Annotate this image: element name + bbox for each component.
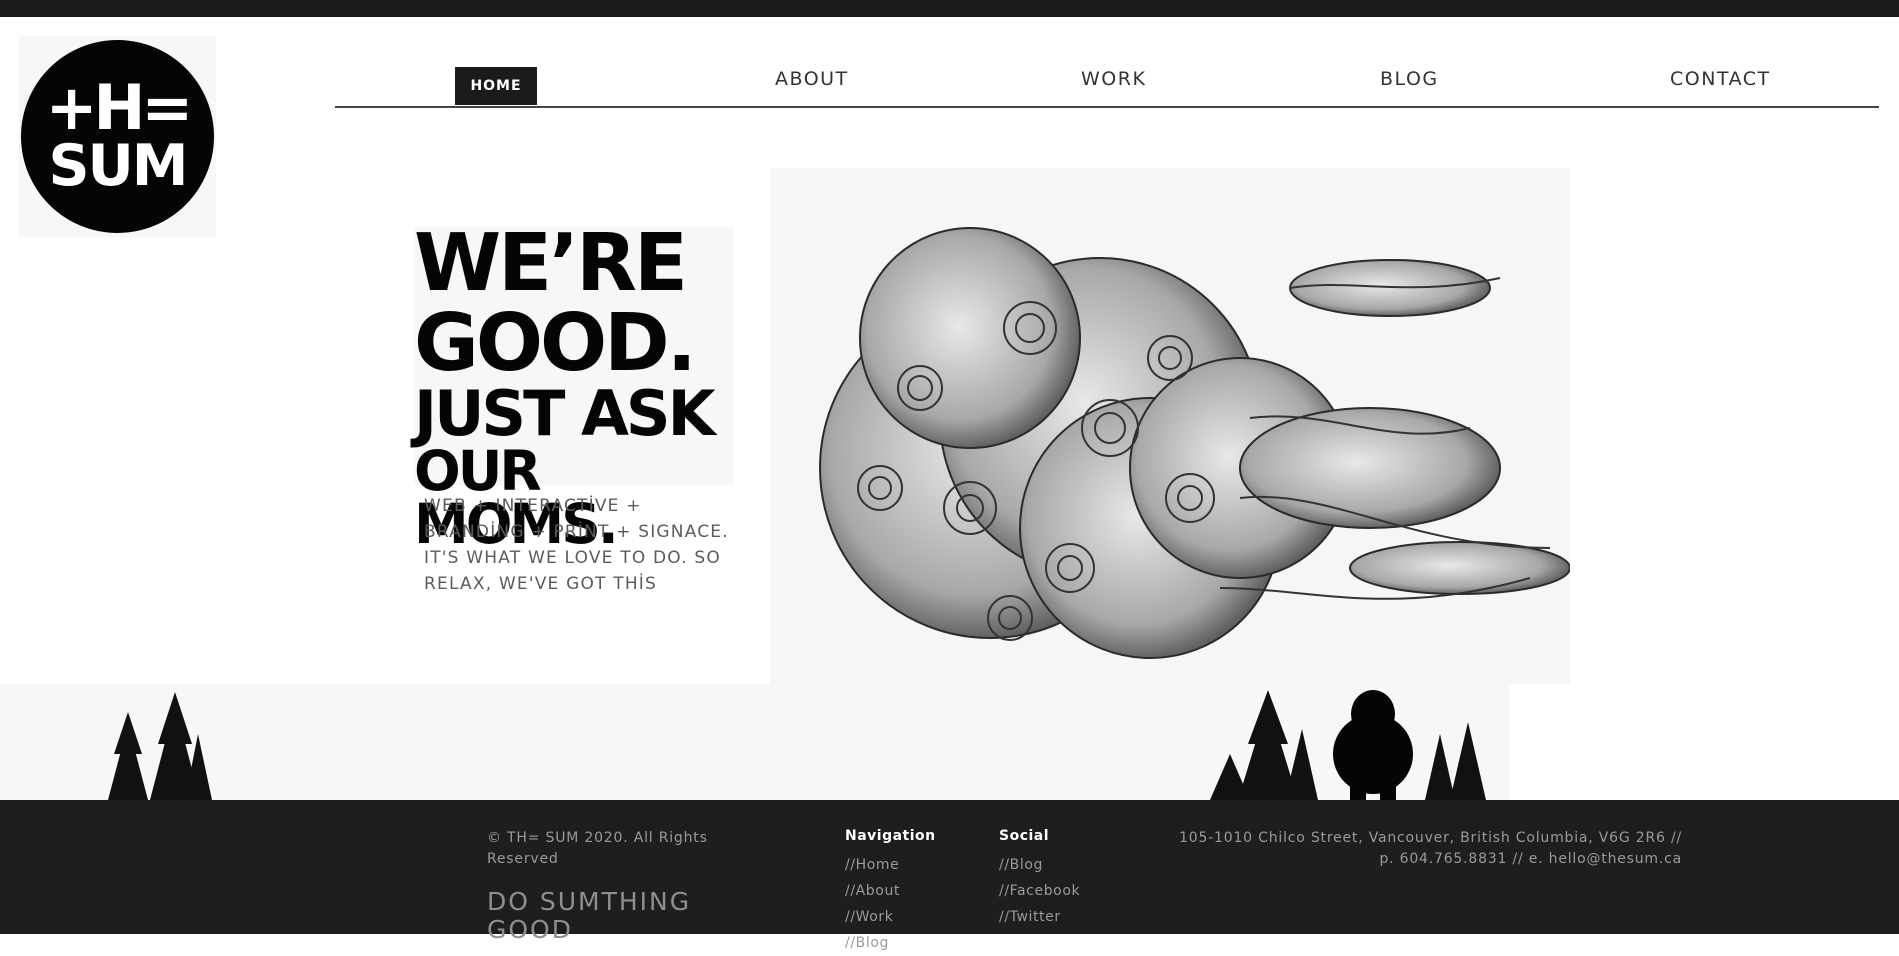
pine-trees-silhouette-icon (108, 690, 1486, 800)
nav-divider (335, 106, 1879, 108)
forest-scene (0, 684, 1509, 800)
hero-subtitle: WEB + INTERACTİVE + BRANDİNG + PRİNT + S… (424, 493, 734, 597)
nav-about-link[interactable]: ABOUT (775, 68, 849, 90)
footer-social-list: //Blog //Facebook //Twitter (999, 852, 1080, 930)
hero-line-2: GOOD. (414, 296, 697, 389)
hero-line-3: JUST ASK (414, 376, 716, 450)
copyright-text: © TH= SUM 2020. All Rights Reserved (487, 830, 708, 867)
footer-nav-title: Navigation (845, 828, 936, 844)
hero-sub-line-3: IT'S WHAT WE LOVE TO DO. SO (424, 548, 721, 568)
sasquatch-silhouette-icon (1333, 690, 1413, 800)
hero-sub-line-4: RELAX, WE'VE GOT THİS (424, 574, 658, 594)
footer-social-twitter-link[interactable]: //Twitter (999, 904, 1080, 930)
thesum-logo-icon: +H= SUM (21, 40, 214, 233)
site-logo[interactable]: +H= SUM (19, 36, 216, 237)
footer-nav-about-link[interactable]: //About (845, 878, 900, 904)
nav-home-button[interactable]: HOME (455, 67, 537, 105)
hero-sub-line-2: BRANDİNG + PRİNT + SIGNACE. (424, 522, 729, 542)
hero-line-1: WE’RE (414, 217, 688, 309)
footer-slogan: DO SUMTHING GOOD (487, 887, 692, 944)
nav-contact-link[interactable]: CONTACT (1670, 68, 1771, 90)
footer-nav-home-link[interactable]: //Home (845, 852, 900, 878)
logo-line-2: SUM (48, 132, 188, 199)
hero-sub-line-1: WEB + INTERACTİVE + (424, 496, 642, 516)
nav-blog-link[interactable]: BLOG (1380, 68, 1439, 90)
wind-cloud-illustration-icon (770, 168, 1571, 684)
nav-work-link[interactable]: WORK (1081, 68, 1146, 90)
site-footer: © TH= SUM 2020. All Rights Reserved DO S… (0, 800, 1899, 951)
footer-contact-address: 105-1010 Chilco Street, Vancouver, Briti… (1179, 830, 1682, 867)
top-bar (0, 0, 1899, 17)
footer-nav-list: //Home //About //Work //Blog (845, 852, 900, 956)
footer-social-title: Social (999, 828, 1050, 844)
logo-line-1: +H= (45, 71, 194, 145)
footer-social-facebook-link[interactable]: //Facebook (999, 878, 1080, 904)
footer-nav-work-link[interactable]: //Work (845, 904, 900, 930)
footer-social-blog-link[interactable]: //Blog (999, 852, 1080, 878)
